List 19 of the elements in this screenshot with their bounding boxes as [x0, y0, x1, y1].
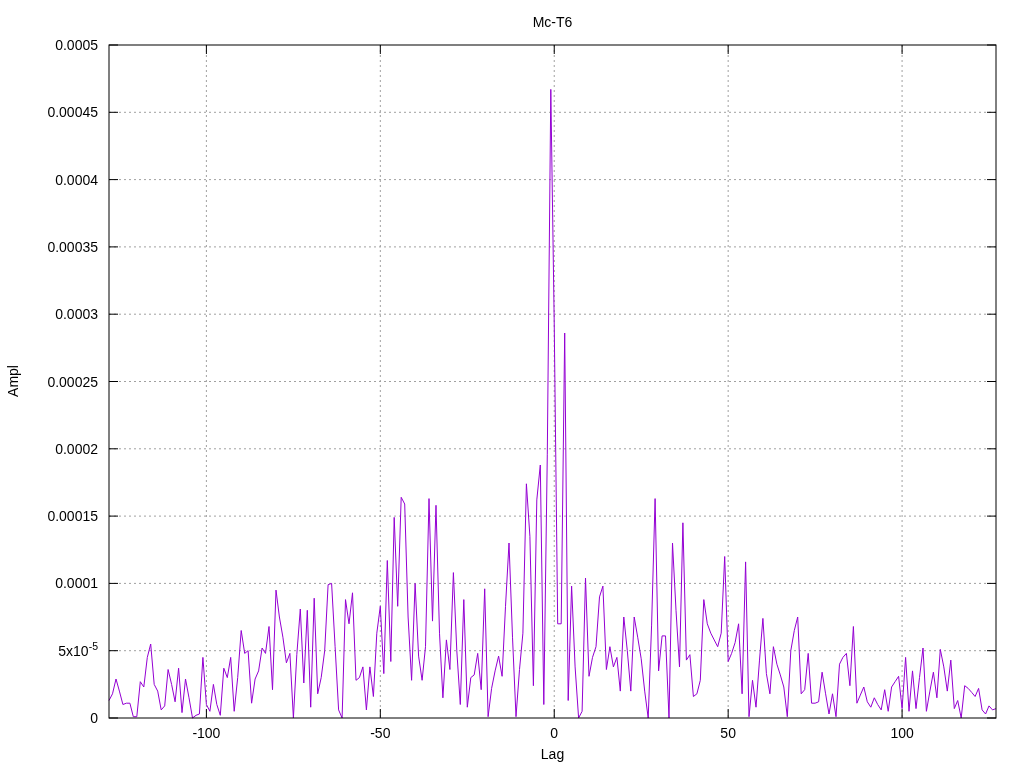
y-axis-title: Ampl: [5, 365, 21, 397]
tick-label: 100: [890, 726, 914, 740]
tick-label: 0.00015: [47, 509, 98, 524]
tick-label: -50: [370, 726, 391, 740]
tick-label: 5x10$^{-5}$: [58, 643, 98, 658]
tick-label: 0: [90, 711, 98, 725]
tick-label: 0.0003: [55, 307, 98, 322]
x-axis-title: Lag: [540, 745, 565, 764]
tick-label: 0.0004: [55, 172, 98, 187]
tick-label: 0.00045: [47, 105, 98, 120]
tick-label: 0.0002: [55, 441, 98, 456]
tick-label: 0.0001: [55, 576, 98, 591]
tick-label: 0.00025: [47, 374, 98, 389]
tick-label: 50: [720, 726, 736, 740]
tick-label: -100: [192, 726, 221, 740]
chart-title: Mc-T6: [532, 13, 573, 32]
tick-label: 0.0005: [55, 38, 98, 52]
tick-label: 0.00035: [47, 239, 98, 254]
tick-label: 0: [550, 726, 559, 740]
